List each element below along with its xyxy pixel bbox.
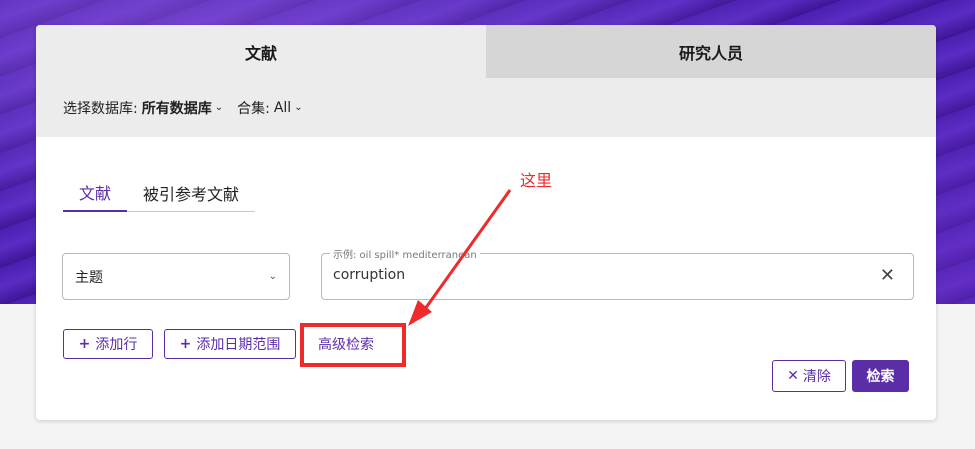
add-row-label: 添加行 bbox=[95, 337, 138, 353]
tab-literature-search[interactable]: 文献 bbox=[63, 173, 128, 212]
tab-literature[interactable]: 文献 bbox=[36, 25, 486, 78]
annotation-label: 这里 bbox=[520, 171, 553, 190]
search-input[interactable] bbox=[333, 267, 853, 283]
add-date-range-label: 添加日期范围 bbox=[196, 337, 281, 353]
tab-researchers[interactable]: 研究人员 bbox=[486, 25, 936, 78]
chevron-down-icon[interactable]: ⌄ bbox=[215, 102, 223, 113]
search-input-box[interactable]: 示例: oil spill* mediterranean ✕ bbox=[321, 246, 914, 300]
chevron-down-icon[interactable]: ⌄ bbox=[294, 102, 302, 113]
plus-icon: + bbox=[78, 336, 91, 352]
add-row-button[interactable]: + 添加行 bbox=[63, 329, 153, 359]
collection-label: 合集: bbox=[237, 100, 270, 117]
database-select-value[interactable]: 所有数据库 bbox=[142, 98, 212, 118]
search-field-value: 主题 bbox=[75, 269, 103, 286]
collection-value[interactable]: All bbox=[274, 100, 291, 116]
clear-button[interactable]: ✕ 清除 bbox=[772, 360, 846, 392]
search-input-placeholder: 示例: oil spill* mediterranean bbox=[330, 246, 480, 261]
search-type-tabs: 文献 被引参考文献 bbox=[63, 173, 256, 212]
chevron-down-icon: ⌄ bbox=[268, 271, 277, 282]
search-field-select[interactable]: 主题 ⌄ bbox=[62, 253, 290, 300]
annotation-highlight-box bbox=[300, 323, 406, 367]
add-date-range-button[interactable]: + 添加日期范围 bbox=[164, 329, 296, 359]
close-icon: ✕ bbox=[787, 368, 799, 384]
database-selector-bar: 选择数据库: 所有数据库 ⌄ 合集: All ⌄ bbox=[36, 78, 936, 137]
database-select-label: 选择数据库: bbox=[63, 100, 138, 117]
close-icon[interactable]: ✕ bbox=[880, 265, 895, 286]
tab-cited-references[interactable]: 被引参考文献 bbox=[127, 173, 255, 212]
top-tab-bar: 文献 研究人员 bbox=[36, 25, 936, 78]
search-button[interactable]: 检索 bbox=[852, 360, 909, 392]
plus-icon: + bbox=[179, 336, 192, 352]
clear-label: 清除 bbox=[802, 369, 831, 385]
